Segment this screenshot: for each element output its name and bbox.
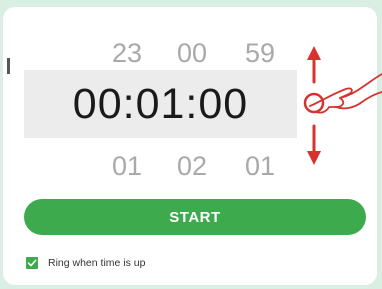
picker-hours-previous[interactable]: 23	[97, 33, 157, 73]
swipe-up-down-hand-icon	[303, 46, 382, 165]
ring-label: Ring when time is up	[48, 257, 146, 269]
picker-hours-next[interactable]: 01	[97, 146, 157, 186]
check-icon	[27, 259, 37, 267]
ring-option[interactable]: Ring when time is up	[26, 256, 145, 270]
picker-seconds-previous[interactable]: 59	[230, 33, 290, 73]
picker-seconds-next[interactable]: 01	[230, 146, 290, 186]
ring-checkbox[interactable]	[26, 257, 38, 269]
picker-minutes-previous[interactable]: 00	[162, 33, 222, 73]
picker-minutes-next[interactable]: 02	[162, 146, 222, 186]
timer-current-value[interactable]: 00:01:00	[24, 70, 297, 138]
start-button[interactable]: START	[24, 199, 366, 235]
